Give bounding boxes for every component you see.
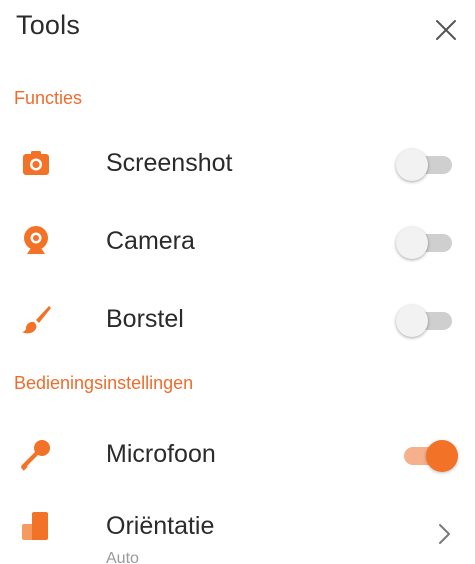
row-brush[interactable]: Borstel [0,289,475,349]
toggle-thumb [396,227,428,259]
webcam-icon [18,223,54,259]
screenshot-label: Screenshot [106,149,233,177]
row-microphone[interactable]: Microfoon [0,424,475,484]
row-orientation[interactable]: Oriëntatie Auto [0,498,475,564]
brush-toggle[interactable] [396,305,456,337]
microphone-label: Microfoon [106,440,216,468]
microphone-icon [18,436,54,472]
section-label-controls: Bedieningsinstellingen [14,373,194,393]
row-camera[interactable]: Camera [0,211,475,271]
tools-panel: Tools Functies Screenshot Camera Borstel… [0,0,475,564]
chevron-right-icon[interactable] [432,522,456,546]
screenshot-toggle[interactable] [396,149,456,181]
page-title: Tools [16,10,81,40]
camera-toggle[interactable] [396,227,456,259]
camera-label: Camera [106,227,195,255]
toggle-thumb [426,440,458,472]
brush-label: Borstel [106,305,184,333]
brush-icon [18,301,54,337]
close-button[interactable] [428,12,464,48]
microphone-toggle[interactable] [396,440,458,472]
orientation-icon [18,508,54,544]
header: Tools [0,0,475,60]
close-icon [436,20,456,40]
toggle-thumb [396,305,428,337]
row-screenshot[interactable]: Screenshot [0,133,475,193]
camera-icon [18,145,54,181]
orientation-label: Oriëntatie [106,512,215,540]
toggle-thumb [396,149,428,181]
orientation-value: Auto [106,550,139,564]
section-label-functions: Functies [14,88,83,108]
